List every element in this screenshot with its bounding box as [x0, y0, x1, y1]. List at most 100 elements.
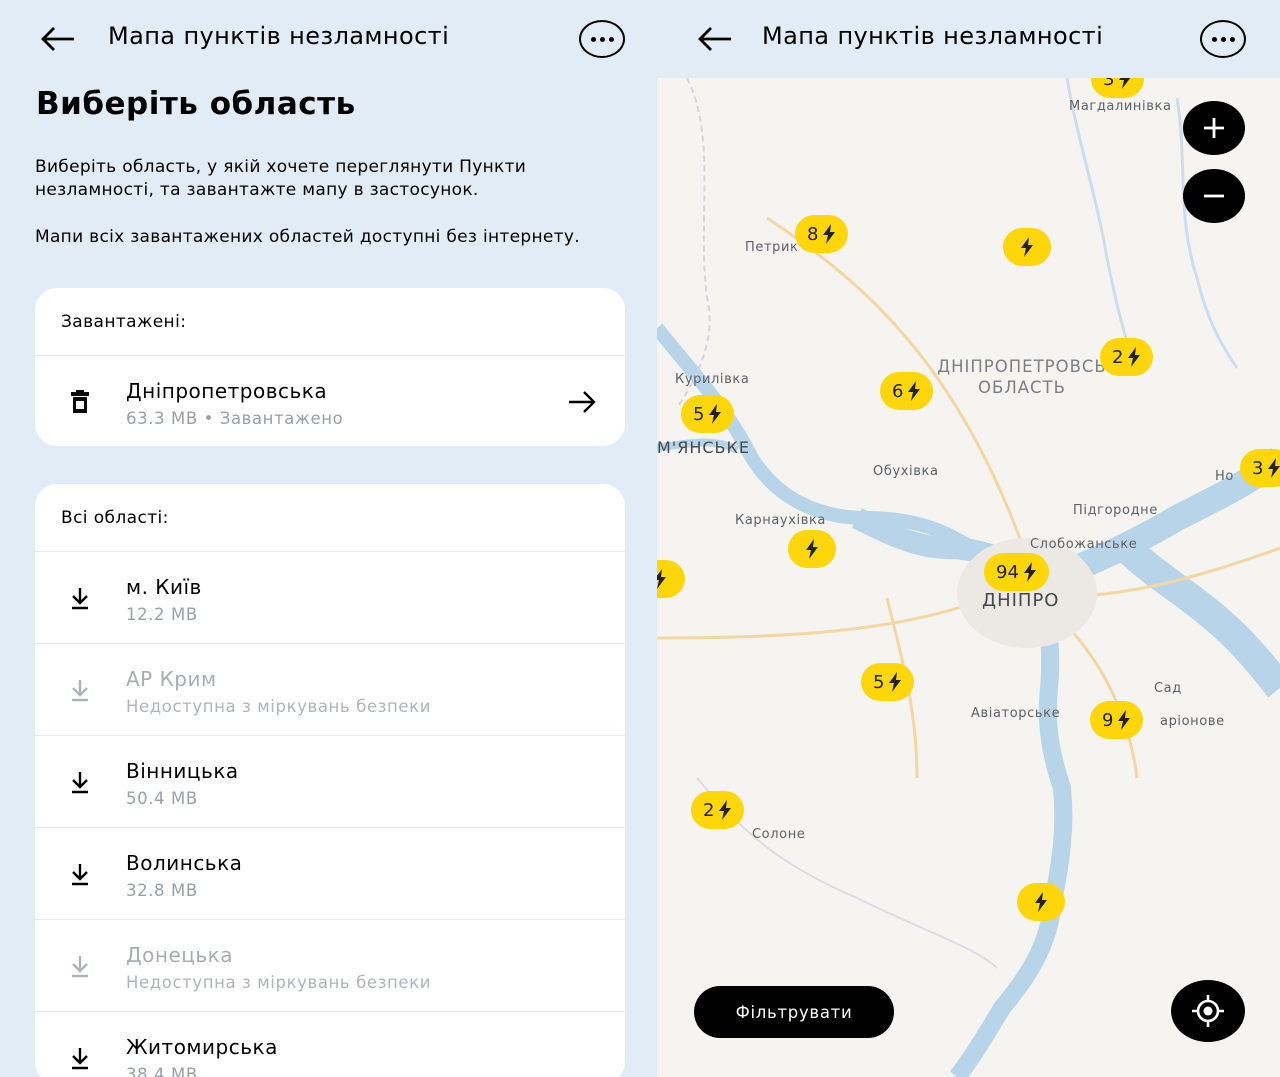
filter-button[interactable]: Фільтрувати: [694, 986, 894, 1038]
intro-text: Виберіть область, у якій хочете переглян…: [35, 157, 527, 200]
arrow-right-icon: [569, 391, 596, 413]
lightning-icon: [1127, 347, 1141, 367]
lightning-icon: [907, 381, 921, 401]
map-marker[interactable]: 2: [1100, 338, 1154, 376]
map-label-no: Но: [1215, 469, 1234, 484]
lightning-icon: [1118, 78, 1132, 89]
locate-icon: [1192, 995, 1224, 1027]
download-icon: [69, 954, 91, 978]
zoom-in-button[interactable]: [1183, 101, 1245, 155]
region-row-volyn[interactable]: Волинська 32.8 MB: [35, 828, 625, 920]
map-label-petryk: Петрик: [745, 240, 799, 255]
map-marker[interactable]: 3: [1240, 449, 1280, 487]
map-marker[interactable]: 5: [861, 663, 915, 701]
region-row-crimea: АР Крим Недоступна з міркувань безпеки: [35, 644, 625, 736]
map-screen: Мапа пунктів незламності Магдалинівка Пе…: [657, 0, 1280, 1077]
download-icon: [69, 770, 91, 794]
map-label-kurylivka: Курилівка: [675, 372, 750, 387]
marker-count: 8: [807, 223, 819, 245]
map-label-arionove: аріонове: [1160, 714, 1225, 729]
region-size: 12.2 MB: [126, 605, 198, 624]
all-regions-caption: Всі області:: [35, 484, 625, 552]
map-marker[interactable]: 8: [795, 215, 849, 253]
region-row-donetsk: Донецька Недоступна з міркувань безпеки: [35, 920, 625, 1012]
region-name: Вінницька: [126, 759, 239, 783]
map-marker[interactable]: 5: [681, 395, 735, 433]
map-label-dnipro: ДНІПРО: [982, 590, 1060, 611]
region-name: Дніпропетровська: [126, 379, 328, 403]
download-icon: [69, 586, 91, 610]
locate-button[interactable]: [1171, 980, 1245, 1042]
map-more-button[interactable]: [1200, 20, 1246, 58]
zoom-in-icon: [1204, 118, 1224, 138]
map-label-magdalynivka: Магдалинівка: [1069, 99, 1172, 114]
more-button[interactable]: [579, 20, 625, 58]
map-label-slobozhanske: Слобожанське: [1030, 537, 1138, 552]
back-button[interactable]: [38, 22, 78, 56]
marker-count: 3: [1252, 457, 1264, 479]
region-info: 63.3 MB • Завантажено: [126, 409, 344, 428]
zoom-out-icon: [1204, 194, 1224, 198]
downloaded-region-row[interactable]: Дніпропетровська 63.3 MB • Завантажено: [35, 356, 625, 446]
left-header: Мапа пунктів незламності: [0, 0, 657, 78]
map-marker[interactable]: [788, 530, 836, 568]
map-marker[interactable]: 6: [880, 372, 934, 410]
region-name: АР Крим: [126, 667, 217, 691]
lightning-icon: [1267, 458, 1280, 478]
map-label-sad: Сад: [1154, 681, 1182, 696]
region-unavailable-note: Недоступна з міркувань безпеки: [126, 697, 432, 716]
region-name: Донецька: [126, 943, 233, 967]
marker-count: 9: [1102, 709, 1114, 731]
map-label-myanske: М'ЯНСЬКЕ: [657, 438, 750, 457]
map-label-solone: Солоне: [752, 827, 806, 842]
lightning-icon: [1117, 710, 1131, 730]
more-icon-dot: [1220, 36, 1226, 42]
map-label-karnaukhivka: Карнаухівка: [735, 513, 826, 528]
region-row-kyiv[interactable]: м. Київ 12.2 MB: [35, 552, 625, 644]
lightning-icon: [805, 539, 819, 559]
region-label-line1: ДНІПРОПЕТРОВСЬ: [937, 357, 1107, 376]
map-marker[interactable]: [1003, 228, 1051, 266]
downloaded-card: Завантажені: Дніпропетровська 63.3 MB • …: [35, 288, 625, 446]
lightning-icon: [888, 672, 902, 692]
right-header: Мапа пунктів незламності: [657, 0, 1280, 78]
region-row-vinnytsia[interactable]: Вінницька 50.4 MB: [35, 736, 625, 828]
lightning-icon: [822, 224, 836, 244]
lightning-icon: [1023, 562, 1037, 582]
offline-note: Мапи всіх завантажених областей доступні…: [35, 227, 580, 247]
download-icon: [69, 1046, 91, 1070]
lightning-icon: [708, 404, 722, 424]
delete-icon[interactable]: [69, 390, 91, 414]
downloaded-caption: Завантажені:: [35, 288, 625, 356]
map-marker[interactable]: 9: [1090, 701, 1144, 739]
region-size: 38.4 MB: [126, 1065, 198, 1077]
map-view[interactable]: Магдалинівка Петрик ДНІПРОПЕТРОВСЬ ОБЛАС…: [657, 78, 1280, 1077]
zoom-out-button[interactable]: [1183, 169, 1245, 223]
more-icon-dot: [1229, 36, 1235, 42]
marker-count: 3: [1103, 78, 1115, 90]
region-row-zhytomyr[interactable]: Житомирська 38.4 MB: [35, 1012, 625, 1077]
region-label-line2: ОБЛАСТЬ: [978, 378, 1066, 397]
map-marker[interactable]: 2: [691, 791, 745, 829]
region-select-screen: Мапа пунктів незламності Виберіть област…: [0, 0, 657, 1077]
map-label-pidhorodne: Підгородне: [1073, 503, 1158, 518]
map-marker[interactable]: [1017, 883, 1065, 921]
map-label-aviatorske: Авіаторське: [971, 706, 1061, 721]
marker-count: 5: [693, 403, 705, 425]
region-size: 50.4 MB: [126, 789, 198, 808]
lightning-icon: [1020, 237, 1034, 257]
region-size: 32.8 MB: [126, 881, 198, 900]
all-regions-card: Всі області: м. Київ 12.2 MB АР Крим Нед…: [35, 484, 625, 1077]
map-title: Мапа пунктів незламності: [762, 22, 1104, 50]
download-icon: [69, 862, 91, 886]
map-base-layer: [657, 78, 1280, 1077]
select-region-heading: Виберіть область: [36, 86, 356, 122]
more-icon: [1211, 36, 1217, 42]
marker-count: 94: [996, 561, 1019, 583]
map-marker[interactable]: 94: [984, 553, 1049, 591]
marker-count: 6: [892, 380, 904, 402]
marker-count: 2: [703, 799, 715, 821]
map-back-button[interactable]: [695, 22, 735, 56]
page-title: Мапа пунктів незламності: [108, 22, 450, 50]
back-arrow-icon: [698, 27, 731, 51]
